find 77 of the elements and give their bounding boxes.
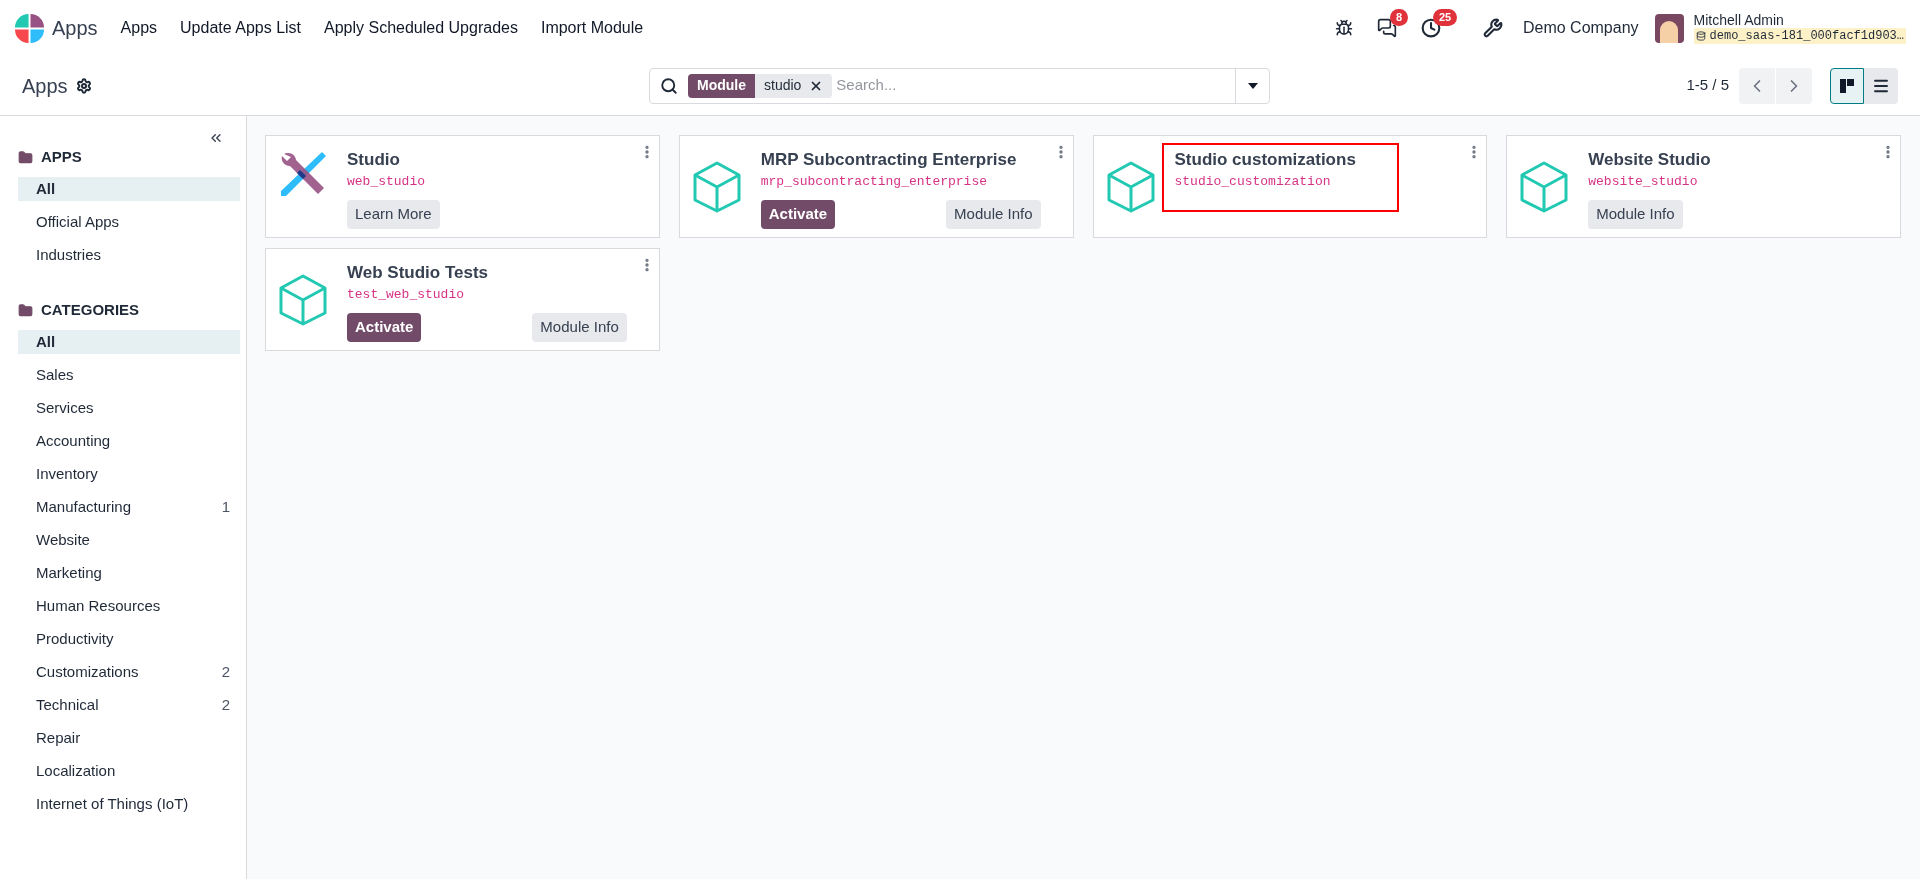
activities-icon[interactable] [1420, 18, 1441, 38]
section-title: APPS [41, 146, 82, 167]
module-name: Website Studio [1588, 149, 1711, 171]
cube-icon [691, 160, 742, 214]
sidebar-item[interactable]: All [18, 330, 240, 354]
secondary-button[interactable]: Module Info [532, 313, 627, 342]
kanban-view-button[interactable] [1830, 67, 1864, 104]
database-icon [1695, 31, 1706, 41]
tools-icon[interactable] [1482, 18, 1503, 38]
secondary-button[interactable]: Learn More [347, 200, 440, 229]
module-technical-name: studio_customization [1174, 173, 1331, 191]
secondary-button[interactable]: Module Info [1588, 200, 1683, 229]
module-technical-name: test_web_studio [347, 286, 465, 304]
sidebar-item[interactable]: Customizations 2 [18, 660, 240, 684]
module-technical-name: website_studio [1588, 173, 1698, 191]
kanban-icon [1839, 77, 1855, 94]
menu-item[interactable]: Import Module [540, 16, 644, 40]
user-avatar[interactable] [1654, 13, 1684, 43]
activity-count-badge: 25 [1432, 9, 1458, 26]
sidebar-item[interactable]: Productivity [18, 627, 240, 651]
primary-button[interactable]: Activate [760, 200, 836, 229]
menu-item[interactable]: Update Apps List [180, 16, 302, 40]
module-name: Studio [347, 149, 400, 171]
debug-icon[interactable] [1334, 19, 1353, 37]
message-count-badge: 8 [1389, 9, 1409, 26]
sidebar-item[interactable]: Accounting [18, 429, 240, 453]
secondary-button[interactable]: Module Info [946, 200, 1041, 229]
module-name: Studio customizations [1174, 149, 1356, 171]
cube-icon [1519, 160, 1570, 214]
sidebar-item[interactable]: Human Resources [18, 594, 240, 618]
module-card[interactable]: Website Studio website_studio Module Info [1506, 135, 1901, 238]
module-technical-name: web_studio [347, 173, 425, 191]
app-logo-icon [14, 12, 45, 44]
module-name: Web Studio Tests [347, 262, 489, 284]
search-bar[interactable]: Module studio Search... [649, 67, 1270, 104]
messages-icon[interactable] [1376, 18, 1397, 38]
sidebar-item[interactable]: Website [18, 528, 240, 552]
module-name: MRP Subcontracting Enterprise [760, 149, 1017, 171]
module-card[interactable]: Studio customizations studio_customization [1092, 135, 1488, 238]
sidebar-item[interactable]: Repair [18, 726, 240, 750]
item-count: 1 [221, 496, 230, 517]
module-technical-name: mrp_subcontracting_enterprise [760, 173, 987, 191]
search-input[interactable]: Search... [836, 74, 1235, 97]
module-card[interactable]: MRP Subcontracting Enterprise mrp_subcontracting_enterprise Activate Module Info [678, 135, 1074, 238]
settings-icon[interactable] [75, 77, 92, 94]
dropdown-caret-icon[interactable] [1247, 82, 1258, 89]
user-name[interactable]: Mitchell Admin [1693, 12, 1906, 28]
module-card[interactable]: Web Studio Tests test_web_studio Activate Module Info [265, 248, 660, 351]
pager-value[interactable]: 1-5 / 5 [1686, 74, 1729, 97]
sidebar-item[interactable]: Marketing [18, 561, 240, 585]
menu-item[interactable]: Apps [120, 16, 158, 40]
app-name[interactable]: Apps [52, 13, 98, 43]
sidebar-item[interactable]: Services [18, 396, 240, 420]
sidebar-item[interactable]: Internet of Things (IoT) [18, 792, 240, 816]
sidebar-item[interactable]: Localization [18, 759, 240, 783]
item-count: 2 [221, 694, 230, 715]
sidebar-item[interactable]: Industries [18, 243, 240, 267]
folder-icon [18, 149, 33, 165]
sidebar-item[interactable]: All [18, 177, 240, 201]
page-title: Apps [22, 73, 68, 99]
sidebar-item[interactable]: Inventory [18, 462, 240, 486]
sidebar-item[interactable]: Technical 2 [18, 693, 240, 717]
sidebar-item[interactable]: Sales [18, 363, 240, 387]
primary-button[interactable]: Activate [347, 313, 422, 342]
company-switcher[interactable]: Demo Company [1522, 16, 1639, 40]
sidebar-item[interactable]: Official Apps [18, 210, 240, 234]
section-title: CATEGORIES [41, 299, 140, 320]
list-view-button[interactable] [1864, 67, 1898, 104]
search-icon[interactable] [660, 76, 678, 95]
folder-icon [18, 302, 33, 318]
module-card[interactable]: Studio web_studio Learn More [265, 135, 660, 238]
sidebar-item[interactable]: Manufacturing 1 [18, 495, 240, 519]
menu-item[interactable]: Apply Scheduled Upgrades [324, 16, 518, 40]
item-count: 2 [221, 661, 230, 682]
cube-icon [278, 273, 328, 327]
database-name: demo_saas-181_000facf1d903… [1693, 28, 1906, 44]
cube-icon [1105, 160, 1156, 214]
